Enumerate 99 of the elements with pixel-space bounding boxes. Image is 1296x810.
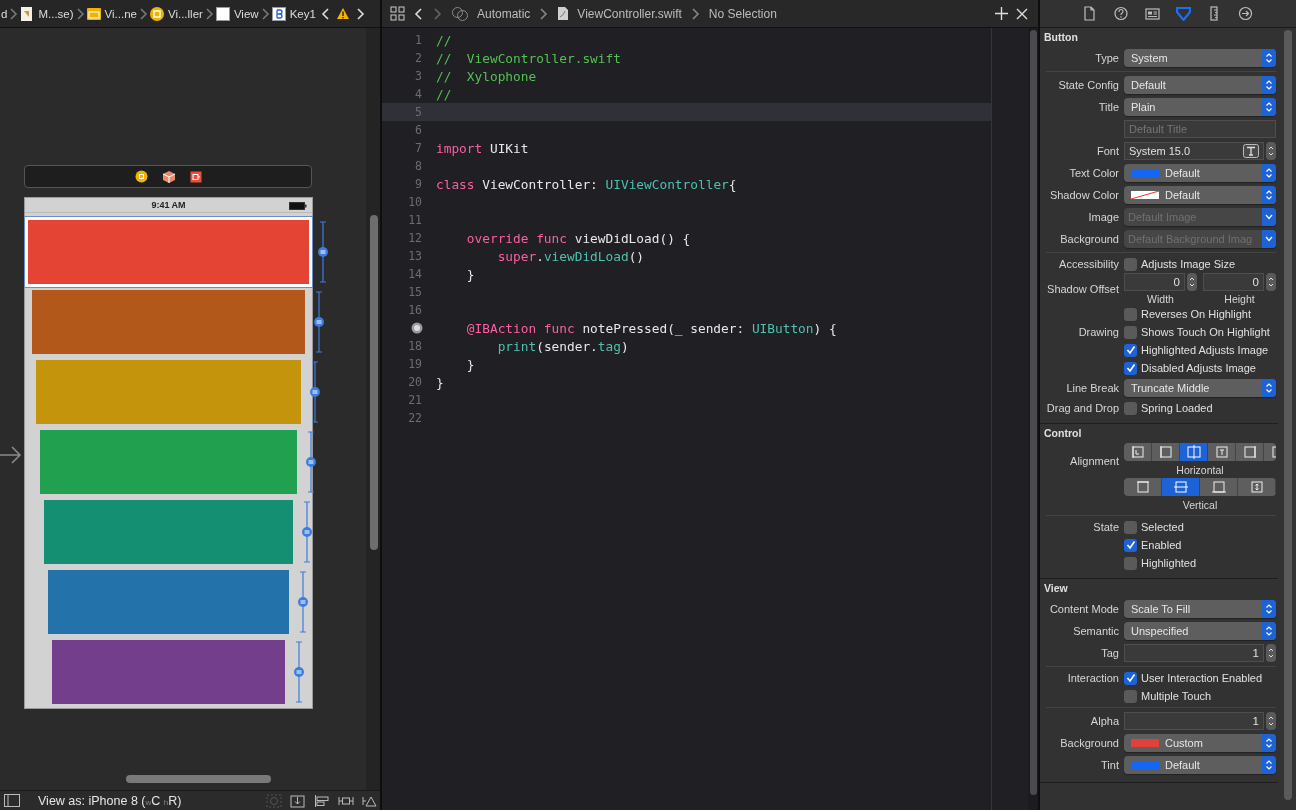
line-number: 20 [408,375,422,389]
line-number: 1 [415,33,422,47]
checkbox[interactable]: Selected [1124,520,1184,534]
line-number: 22 [408,411,422,425]
line-number: 3 [415,69,422,83]
popup-menu[interactable]: Plain [1124,98,1276,116]
field-label: Tint [1100,759,1119,771]
code-line: } [465,356,475,372]
code-line: @IBAction func notePressed(_ sender: UIButton) { [465,320,837,336]
code-line: } [436,374,444,390]
number-field[interactable]: 1 [1124,644,1264,662]
section-title: Button [1043,30,1079,45]
field-label: Content Mode [1048,603,1119,615]
line-number: 10 [408,195,422,209]
field-label: Line Break [1065,382,1119,394]
field-label: Semantic [1072,625,1119,637]
line-number: 19 [408,357,422,371]
field-label: Title [1097,101,1119,113]
popup-menu[interactable]: Default [1124,76,1276,94]
code-line: // [436,86,452,102]
breadcrumb-item[interactable]: d [1,7,8,20]
line-number: 15 [408,285,422,299]
editor-mode-menu[interactable]: Automatic [477,6,531,21]
line-number: 7 [415,141,422,155]
field-caption: Width [1147,293,1174,305]
popup-menu[interactable]: Truncate Middle [1124,379,1276,397]
line-number: 9 [415,177,422,191]
field-label: Image [1087,211,1119,223]
field-label: Interaction [1066,672,1119,684]
line-number: 21 [408,393,422,407]
line-number: 16 [408,303,422,317]
checkbox[interactable]: Multiple Touch [1124,689,1212,703]
number-field[interactable]: 1 [1124,712,1264,730]
line-number: 2 [415,51,422,65]
line-number: 12 [408,231,422,245]
code-line: class ViewController: UIViewController{ [436,176,737,192]
field-label: Tag [1100,647,1119,659]
code-line: import UIKit [436,140,529,156]
field-label: Type [1094,52,1119,64]
checkbox[interactable]: Shows Touch On Highlight [1124,325,1270,339]
section-title: View [1043,581,1069,596]
code-line: // ViewController.swift [436,50,621,66]
color-popup[interactable]: Default [1124,756,1276,774]
popup-menu[interactable]: Scale To Fill [1124,600,1276,618]
field-caption: Height [1224,293,1255,305]
code-line: override func viewDidLoad() { [465,230,691,246]
line-number: 11 [408,213,422,227]
field-label: State [1092,521,1119,533]
color-popup[interactable]: Custom [1124,734,1276,752]
breadcrumb-item[interactable]: View [215,5,259,22]
line-number: 8 [415,159,422,173]
checkbox[interactable]: Enabled [1124,538,1182,552]
number-field[interactable]: 0 [1124,273,1185,291]
field-label: Font [1096,145,1119,157]
field-label: Shadow Offset [1046,283,1119,295]
checkbox[interactable]: Disabled Adjusts Image [1124,361,1256,375]
code-line: // [436,32,452,48]
section-title: Control [1043,426,1083,441]
breadcrumb-item[interactable]: Vi...ller [149,5,203,22]
font-field[interactable]: System 15.0 [1124,142,1264,160]
field-label: Accessibility [1058,258,1119,270]
checkbox[interactable]: Highlighted Adjusts Image [1124,343,1269,357]
breadcrumb-item[interactable]: Key1 [271,5,316,22]
code-line: // Xylophone [436,68,537,84]
checkbox[interactable]: Reverses On Highlight [1124,307,1252,321]
field-label: Alignment [1069,454,1119,467]
field-label: Text Color [1068,167,1119,179]
popup-menu[interactable]: System [1124,49,1276,67]
line-number: 6 [415,123,422,137]
checkbox[interactable]: Highlighted [1124,556,1197,570]
code-line: } [465,266,475,282]
selection-label[interactable]: No Selection [708,6,777,21]
checkbox[interactable]: Adjusts Image Size [1124,257,1236,271]
breadcrumb-item[interactable]: M...se) [20,5,74,22]
line-number: 13 [408,249,422,263]
line-number: 5 [415,105,422,119]
field-label: Background [1059,737,1119,749]
code-line: super.viewDidLoad() [496,248,645,264]
checkbox[interactable]: User Interaction Enabled [1124,671,1263,685]
field-label: State Config [1057,79,1119,91]
file-name[interactable]: ViewController.swift [577,6,682,21]
status-time: 9:41 AM [151,200,186,210]
code-line: print(sender.tag) [496,338,629,354]
number-field[interactable]: 0 [1203,273,1264,291]
segment-caption: Horizontal [1175,464,1225,476]
checkbox[interactable]: Spring Loaded [1124,401,1213,415]
field-label: Shadow Color [1048,189,1119,201]
breadcrumb-item[interactable]: Vi...ne [86,5,137,22]
line-number: 18 [408,339,422,353]
line-number: 14 [408,267,422,281]
line-number: 4 [415,87,422,101]
field-label: Background [1059,233,1119,245]
field-label: Drag and Drop [1046,402,1119,414]
color-popup[interactable]: Default [1124,186,1276,204]
color-popup[interactable]: Default [1124,164,1276,182]
field-label: Drawing [1077,326,1119,338]
field-label: Alpha [1089,715,1119,727]
popup-menu[interactable]: Unspecified [1124,622,1276,640]
segment-caption: Vertical [1181,499,1219,511]
